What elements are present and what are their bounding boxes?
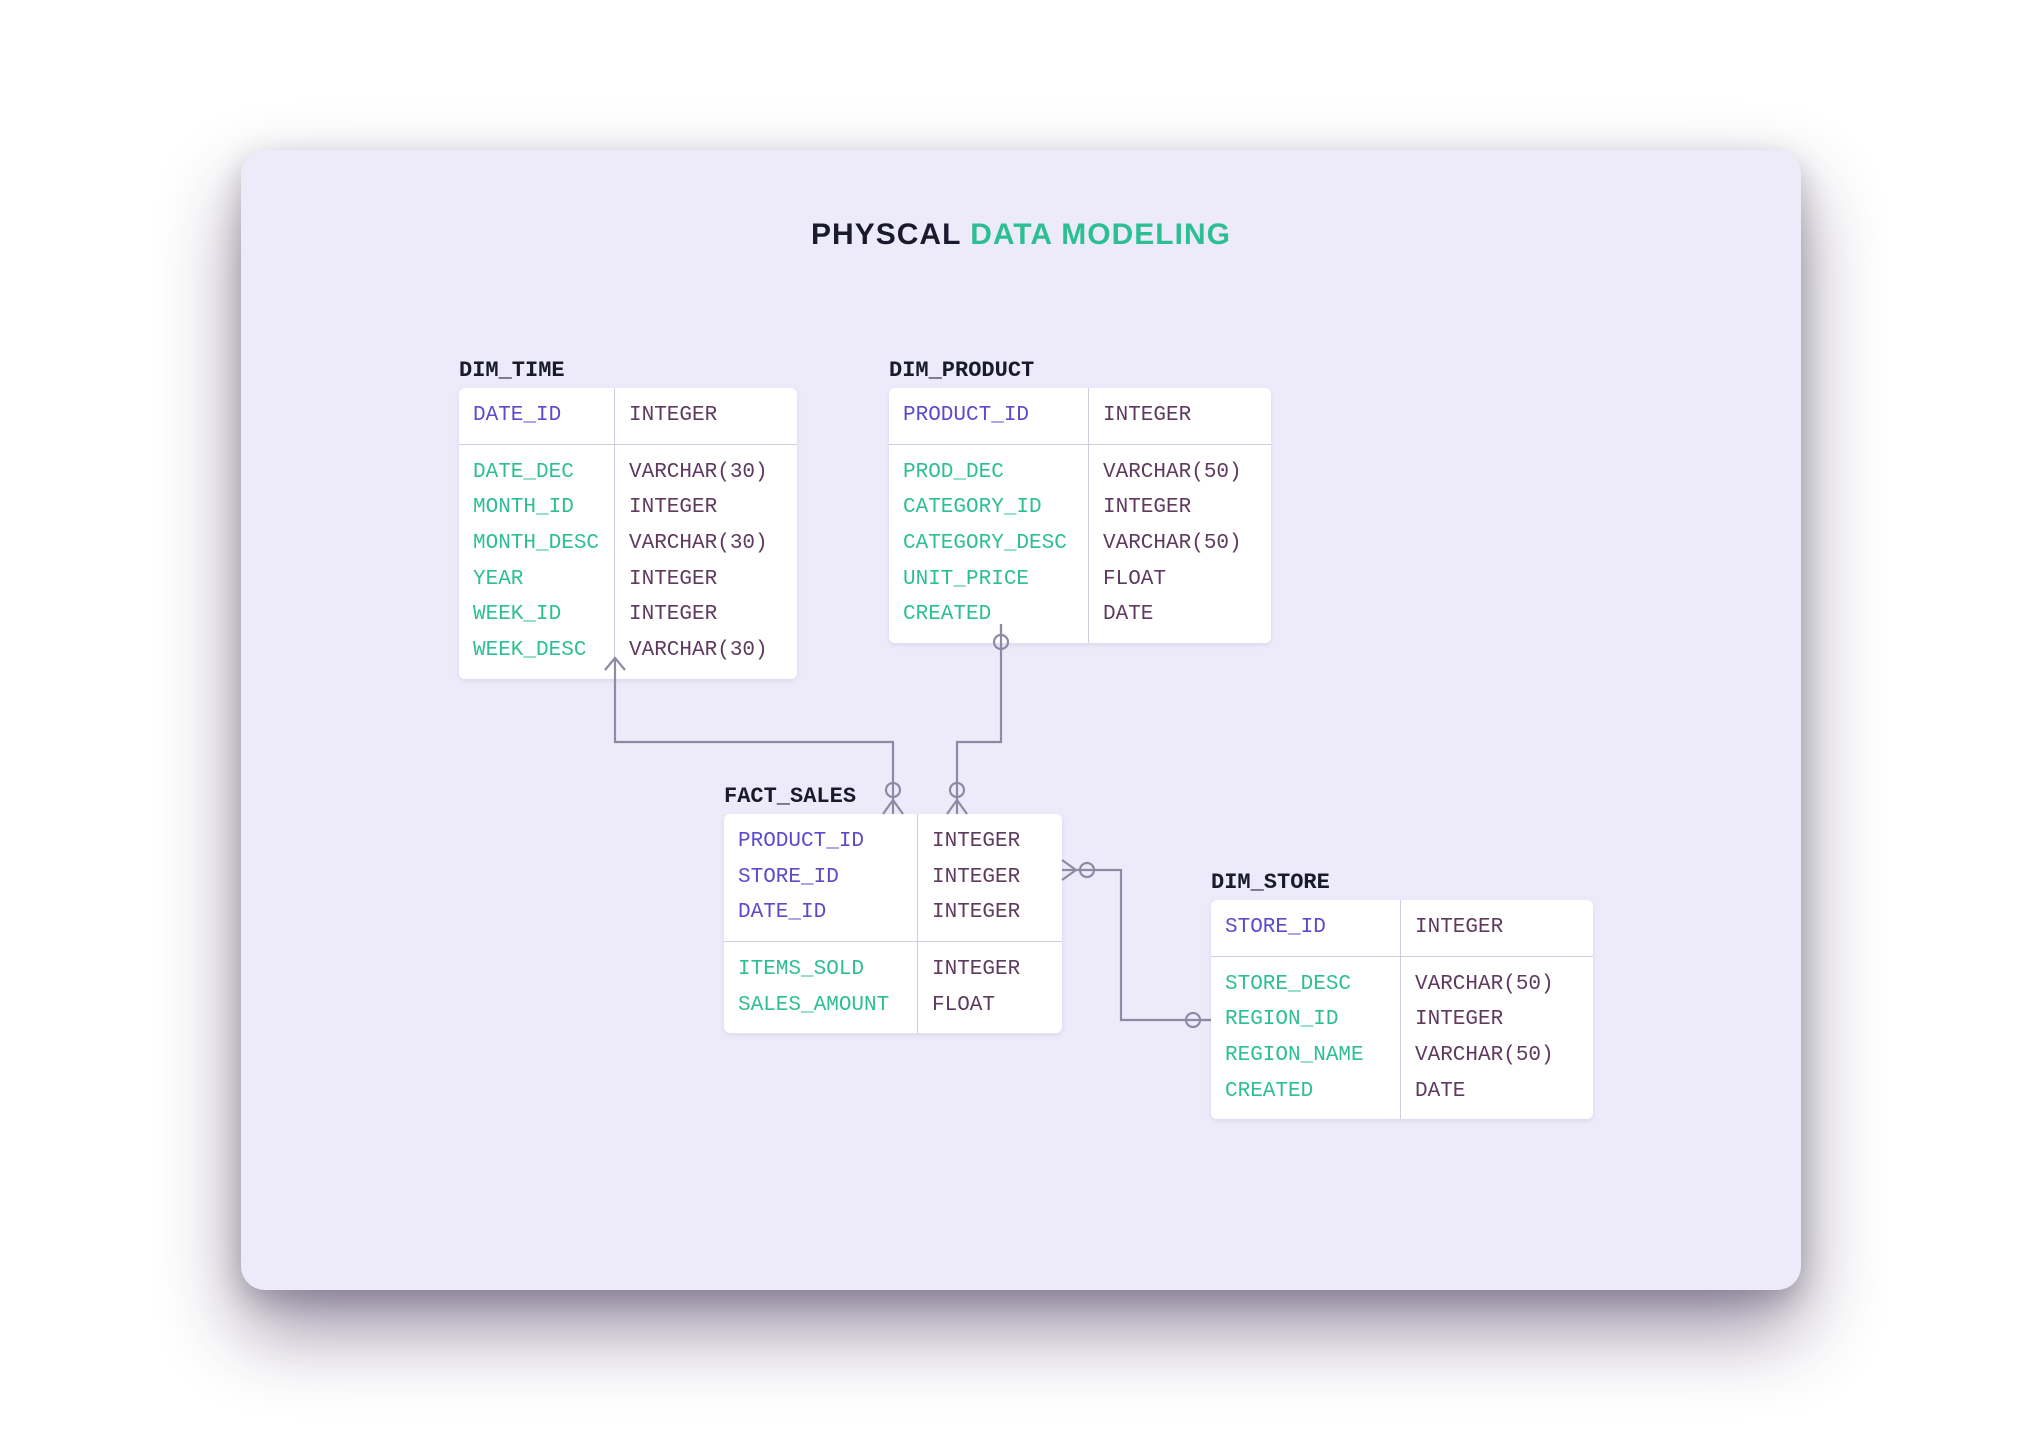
attr-field: WEEK_DESC bbox=[473, 633, 600, 669]
attr-section: PROD_DEC CATEGORY_ID CATEGORY_DESC UNIT_… bbox=[889, 445, 1271, 643]
attr-field: MONTH_DESC bbox=[473, 526, 600, 562]
attr-type: INTEGER bbox=[1103, 490, 1242, 526]
title-part-2: DATA MODELING bbox=[970, 218, 1231, 251]
attr-type: VARCHAR(50) bbox=[1415, 967, 1554, 1003]
attr-field: CATEGORY_ID bbox=[903, 490, 1074, 526]
pk-type: INTEGER bbox=[629, 398, 717, 434]
attr-type: INTEGER bbox=[1415, 1002, 1554, 1038]
pk-field: DATE_ID bbox=[473, 398, 600, 434]
pk-field: STORE_ID bbox=[738, 860, 903, 896]
attr-field: REGION_ID bbox=[1225, 1002, 1386, 1038]
attr-section: ITEMS_SOLD SALES_AMOUNT INTEGER FLOAT bbox=[724, 942, 1062, 1033]
table-name: FACT_SALES bbox=[724, 778, 856, 815]
attr-field: DATE_DEC bbox=[473, 455, 600, 491]
attr-section: DATE_DEC MONTH_ID MONTH_DESC YEAR WEEK_I… bbox=[459, 445, 797, 679]
pk-field: STORE_ID bbox=[1225, 910, 1386, 946]
attr-section: STORE_DESC REGION_ID REGION_NAME CREATED… bbox=[1211, 957, 1593, 1120]
attr-type: DATE bbox=[1103, 597, 1242, 633]
table-dim-product: DIM_PRODUCT PRODUCT_ID INTEGER PROD_DEC … bbox=[889, 388, 1271, 643]
attr-type: VARCHAR(30) bbox=[629, 526, 768, 562]
pk-type: INTEGER bbox=[1415, 910, 1503, 946]
attr-field: ITEMS_SOLD bbox=[738, 952, 903, 988]
attr-type: FLOAT bbox=[932, 988, 1020, 1024]
attr-field: SALES_AMOUNT bbox=[738, 988, 903, 1024]
attr-type: VARCHAR(30) bbox=[629, 455, 768, 491]
pk-section: PRODUCT_ID STORE_ID DATE_ID INTEGER INTE… bbox=[724, 814, 1062, 942]
attr-type: VARCHAR(50) bbox=[1415, 1038, 1554, 1074]
pk-field: PRODUCT_ID bbox=[903, 398, 1074, 434]
attr-field: CREATED bbox=[1225, 1074, 1386, 1110]
pk-section: DATE_ID INTEGER bbox=[459, 388, 797, 445]
table-dim-store: DIM_STORE STORE_ID INTEGER STORE_DESC RE… bbox=[1211, 900, 1593, 1119]
attr-type: INTEGER bbox=[629, 562, 768, 598]
attr-type: DATE bbox=[1415, 1074, 1554, 1110]
attr-field: PROD_DEC bbox=[903, 455, 1074, 491]
table-fact-sales: FACT_SALES PRODUCT_ID STORE_ID DATE_ID I… bbox=[724, 814, 1062, 1033]
pk-type: INTEGER bbox=[1103, 398, 1191, 434]
attr-type: VARCHAR(50) bbox=[1103, 526, 1242, 562]
table-name: DIM_TIME bbox=[459, 352, 565, 389]
pk-type: INTEGER bbox=[932, 860, 1020, 896]
attr-field: MONTH_ID bbox=[473, 490, 600, 526]
attr-type: INTEGER bbox=[629, 597, 768, 633]
attr-field: CREATED bbox=[903, 597, 1074, 633]
table-name: DIM_STORE bbox=[1211, 864, 1330, 901]
attr-type: INTEGER bbox=[629, 490, 768, 526]
page-title: PHYSCAL DATA MODELING bbox=[241, 150, 1801, 252]
pk-type: INTEGER bbox=[932, 895, 1020, 931]
attr-field: CATEGORY_DESC bbox=[903, 526, 1074, 562]
attr-type: VARCHAR(50) bbox=[1103, 455, 1242, 491]
pk-field: DATE_ID bbox=[738, 895, 903, 931]
pk-section: PRODUCT_ID INTEGER bbox=[889, 388, 1271, 445]
attr-type: INTEGER bbox=[932, 952, 1020, 988]
attr-type: FLOAT bbox=[1103, 562, 1242, 598]
table-name: DIM_PRODUCT bbox=[889, 352, 1034, 389]
diagram-canvas: PHYSCAL DATA MODELING DIM_TIME DATE_ID I… bbox=[241, 150, 1801, 1290]
attr-field: STORE_DESC bbox=[1225, 967, 1386, 1003]
pk-type: INTEGER bbox=[932, 824, 1020, 860]
attr-field: UNIT_PRICE bbox=[903, 562, 1074, 598]
pk-field: PRODUCT_ID bbox=[738, 824, 903, 860]
table-dim-time: DIM_TIME DATE_ID INTEGER DATE_DEC MONTH_… bbox=[459, 388, 797, 679]
attr-field: REGION_NAME bbox=[1225, 1038, 1386, 1074]
attr-field: WEEK_ID bbox=[473, 597, 600, 633]
attr-field: YEAR bbox=[473, 562, 600, 598]
attr-type: VARCHAR(30) bbox=[629, 633, 768, 669]
title-part-1: PHYSCAL bbox=[811, 218, 961, 251]
pk-section: STORE_ID INTEGER bbox=[1211, 900, 1593, 957]
